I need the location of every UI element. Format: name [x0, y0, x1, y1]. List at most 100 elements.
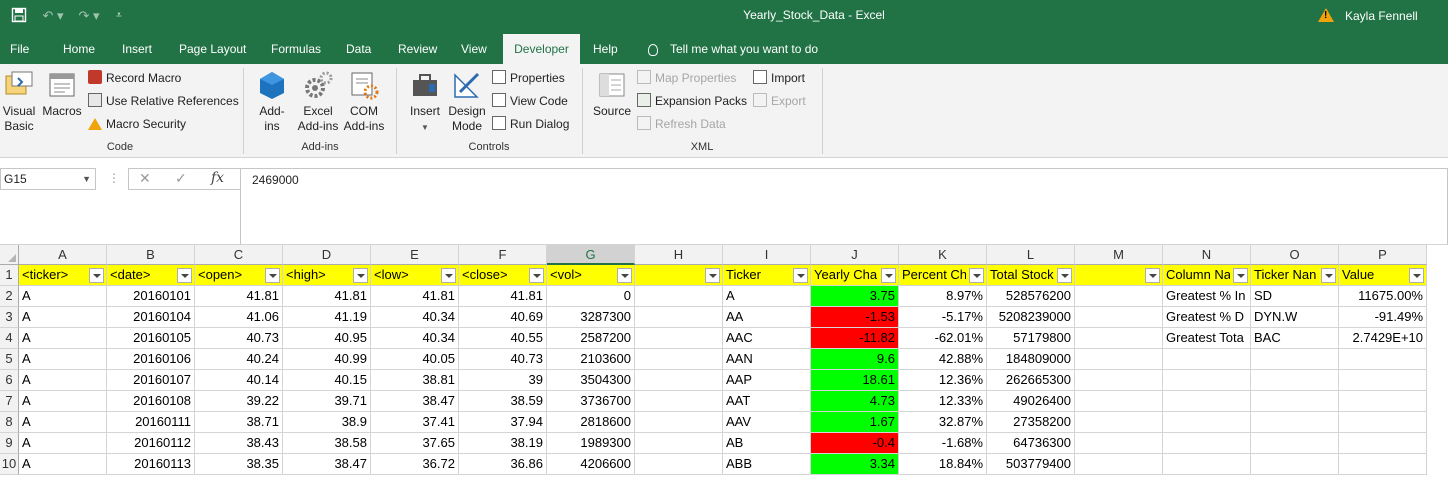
header-cell[interactable]: Column Na [1163, 265, 1251, 286]
table-cell[interactable]: 38.35 [195, 454, 283, 475]
properties-button[interactable]: Properties [492, 68, 565, 88]
table-cell[interactable]: 39.22 [195, 391, 283, 412]
table-cell[interactable]: 5208239000 [987, 307, 1075, 328]
tab-data[interactable]: Data [336, 34, 381, 64]
table-cell[interactable]: 18.61 [811, 370, 899, 391]
column-header-m[interactable]: M [1075, 245, 1163, 265]
table-cell[interactable]: -11.82 [811, 328, 899, 349]
column-header-g[interactable]: G [547, 245, 635, 265]
row-header[interactable]: 10 [0, 454, 19, 475]
insert-function-icon[interactable]: fx [211, 170, 224, 186]
customize-qat-icon[interactable]: ⩡ [112, 7, 126, 25]
table-cell[interactable]: 20160104 [107, 307, 195, 328]
table-cell[interactable]: AAT [723, 391, 811, 412]
table-cell[interactable]: 40.73 [459, 349, 547, 370]
table-cell[interactable] [1339, 454, 1427, 475]
tab-page-layout[interactable]: Page Layout [169, 34, 256, 64]
table-cell[interactable] [1339, 370, 1427, 391]
header-cell[interactable]: Value [1339, 265, 1427, 286]
macro-security-button[interactable]: Macro Security [88, 114, 186, 134]
table-cell[interactable]: A [19, 391, 107, 412]
table-cell[interactable]: 57179800 [987, 328, 1075, 349]
header-cell[interactable] [635, 265, 723, 286]
filter-dropdown-icon[interactable] [617, 268, 632, 283]
table-cell[interactable]: A [19, 433, 107, 454]
map-properties-button[interactable]: Map Properties [637, 68, 736, 88]
run-dialog-button[interactable]: Run Dialog [492, 114, 569, 134]
table-cell[interactable]: 64736300 [987, 433, 1075, 454]
tab-review[interactable]: Review [388, 34, 447, 64]
more-icon[interactable]: ⋮ [108, 171, 120, 185]
import-button[interactable]: Import [753, 68, 805, 88]
table-cell[interactable]: 41.81 [459, 286, 547, 307]
table-cell[interactable]: 3736700 [547, 391, 635, 412]
table-cell[interactable] [1251, 433, 1339, 454]
table-cell[interactable]: 41.81 [371, 286, 459, 307]
table-cell[interactable] [1075, 328, 1163, 349]
warning-icon[interactable] [1318, 8, 1334, 22]
table-cell[interactable]: A [19, 286, 107, 307]
table-cell[interactable] [1339, 433, 1427, 454]
table-cell[interactable]: 38.71 [195, 412, 283, 433]
filter-dropdown-icon[interactable] [705, 268, 720, 283]
column-header-n[interactable]: N [1163, 245, 1251, 265]
table-cell[interactable] [1339, 412, 1427, 433]
table-cell[interactable] [1075, 433, 1163, 454]
table-cell[interactable]: 4.73 [811, 391, 899, 412]
tab-developer[interactable]: Developer [503, 34, 580, 64]
table-cell[interactable]: 8.97% [899, 286, 987, 307]
column-header-a[interactable]: A [19, 245, 107, 265]
table-cell[interactable]: 184809000 [987, 349, 1075, 370]
column-header-b[interactable]: B [107, 245, 195, 265]
save-icon[interactable] [10, 7, 28, 25]
table-cell[interactable]: -62.01% [899, 328, 987, 349]
table-cell[interactable]: -5.17% [899, 307, 987, 328]
row-header[interactable]: 6 [0, 370, 19, 391]
table-cell[interactable] [1075, 412, 1163, 433]
header-cell[interactable] [1075, 265, 1163, 286]
header-cell[interactable]: Ticker Nan [1251, 265, 1339, 286]
table-cell[interactable] [1251, 349, 1339, 370]
xml-source-button[interactable]: Source [590, 70, 634, 119]
header-cell[interactable]: <date> [107, 265, 195, 286]
table-cell[interactable] [1163, 433, 1251, 454]
table-cell[interactable]: 20160113 [107, 454, 195, 475]
table-cell[interactable]: A [723, 286, 811, 307]
table-cell[interactable]: Greatest % D [1163, 307, 1251, 328]
table-cell[interactable]: -91.49% [1339, 307, 1427, 328]
table-cell[interactable]: Greatest % In [1163, 286, 1251, 307]
row-header[interactable]: 1 [0, 265, 19, 286]
export-button[interactable]: Export [753, 91, 806, 111]
column-header-p[interactable]: P [1339, 245, 1427, 265]
table-cell[interactable]: 38.47 [283, 454, 371, 475]
table-cell[interactable]: AAP [723, 370, 811, 391]
table-cell[interactable]: 1989300 [547, 433, 635, 454]
filter-dropdown-icon[interactable] [89, 268, 104, 283]
table-cell[interactable]: A [19, 454, 107, 475]
table-cell[interactable]: 3.34 [811, 454, 899, 475]
table-cell[interactable]: 39 [459, 370, 547, 391]
table-cell[interactable]: 32.87% [899, 412, 987, 433]
header-cell[interactable]: <low> [371, 265, 459, 286]
table-cell[interactable] [635, 307, 723, 328]
view-code-button[interactable]: View Code [492, 91, 568, 111]
table-cell[interactable]: AAV [723, 412, 811, 433]
table-cell[interactable]: 3.75 [811, 286, 899, 307]
table-cell[interactable]: 4206600 [547, 454, 635, 475]
table-cell[interactable]: Greatest Tota [1163, 328, 1251, 349]
table-cell[interactable]: 528576200 [987, 286, 1075, 307]
row-header[interactable]: 3 [0, 307, 19, 328]
relative-references-button[interactable]: Use Relative References [88, 91, 239, 111]
table-cell[interactable]: 38.81 [371, 370, 459, 391]
filter-dropdown-icon[interactable] [441, 268, 456, 283]
table-cell[interactable]: 27358200 [987, 412, 1075, 433]
filter-dropdown-icon[interactable] [969, 268, 984, 283]
table-cell[interactable] [1251, 454, 1339, 475]
table-cell[interactable]: -1.53 [811, 307, 899, 328]
table-cell[interactable]: 20160108 [107, 391, 195, 412]
column-header-k[interactable]: K [899, 245, 987, 265]
expansion-packs-button[interactable]: Expansion Packs [637, 91, 747, 111]
enter-icon[interactable]: ✓ [175, 170, 187, 187]
table-cell[interactable]: 20160105 [107, 328, 195, 349]
tell-me-box[interactable]: Tell me what you want to do [648, 34, 818, 64]
